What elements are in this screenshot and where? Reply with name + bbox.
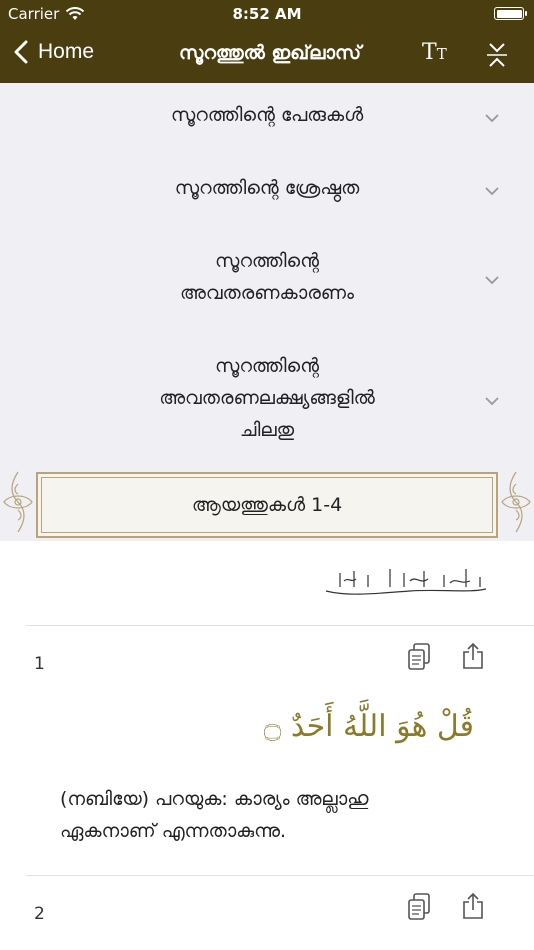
section-title-line: സൂറത്തിന്റെ പേരുകൾ: [170, 104, 364, 126]
page-title: സൂറത്തുൽ ഇഖ്‌ലാസ്: [178, 42, 362, 64]
bismillah-calligraphy-icon: [325, 569, 487, 595]
divider: [26, 625, 534, 626]
share-icon[interactable]: [461, 642, 485, 670]
ayah-arabic-text: قُلْ هُوَ اللَّهُ أَحَدٌ ۝: [263, 709, 474, 744]
text-size-icon[interactable]: TT: [422, 40, 447, 65]
translation-line: ഏകനാണ് എന്നതാകുന്നു.: [60, 820, 287, 842]
navigation-bar: Home സൂറത്തുൽ ഇഖ്‌ലാസ് TT: [0, 28, 534, 83]
ornament-right-icon: [501, 471, 531, 533]
ayah-range-label: ആയത്തുകൾ 1-4: [41, 477, 493, 533]
chevron-down-icon: [485, 114, 499, 123]
ayah-list: 1 قُلْ هُوَ اللَّهُ أَحَدٌ ۝ (നബിയേ) പറയ…: [0, 541, 534, 950]
battery-icon: [494, 7, 527, 20]
back-label: Home: [38, 40, 95, 63]
collapse-icon[interactable]: [484, 42, 510, 72]
ayah-range-box: ആയത്തുകൾ 1-4: [36, 472, 498, 538]
section-title-line: സൂറത്തിന്റെ: [214, 355, 319, 377]
ayah-number: 1: [34, 654, 45, 674]
section-revelation-objectives[interactable]: സൂറത്തിന്റെ അവതരണലക്ഷ്യങ്ങളിൽ ചിലതു: [0, 350, 534, 446]
section-title-line: സൂറത്തിന്റെ ശ്രേഷ്ഠത: [174, 177, 360, 199]
section-virtues[interactable]: സൂറത്തിന്റെ ശ്രേഷ്ഠത: [0, 172, 534, 204]
section-revelation-reason[interactable]: സൂറത്തിന്റെ അവതരണകാരണം: [0, 245, 534, 309]
section-title-line: സൂറത്തിന്റെ: [214, 250, 319, 272]
ayah-range-header: ആയത്തുകൾ 1-4: [0, 464, 534, 540]
back-button[interactable]: Home: [14, 40, 94, 64]
section-names[interactable]: സൂറത്തിന്റെ പേരുകൾ: [0, 99, 534, 131]
chevron-left-icon: [14, 40, 28, 64]
ayah-number: 2: [34, 904, 45, 924]
clock: 8:52 AM: [232, 5, 302, 23]
divider: [26, 875, 534, 876]
translation-line: (നബിയേ) പറയുക: കാര്യം അല്ലാഹു: [60, 788, 369, 810]
ayah-translation: (നബിയേ) പറയുക: കാര്യം അല്ലാഹു ഏകനാണ് എന്…: [60, 783, 480, 847]
share-icon[interactable]: [461, 892, 485, 920]
section-title-line: അവതരണകാരണം: [180, 282, 354, 304]
section-title-line: അവതരണലക്ഷ്യങ്ങളിൽ: [159, 387, 375, 409]
status-bar: Carrier 8:52 AM: [0, 0, 534, 28]
section-title-line: ചിലതു: [239, 419, 295, 441]
copy-icon[interactable]: [407, 893, 433, 921]
copy-icon[interactable]: [407, 643, 433, 671]
ornament-left-icon: [3, 471, 33, 533]
chevron-down-icon: [485, 187, 499, 196]
chevron-down-icon: [485, 397, 499, 406]
chevron-down-icon: [485, 276, 499, 285]
